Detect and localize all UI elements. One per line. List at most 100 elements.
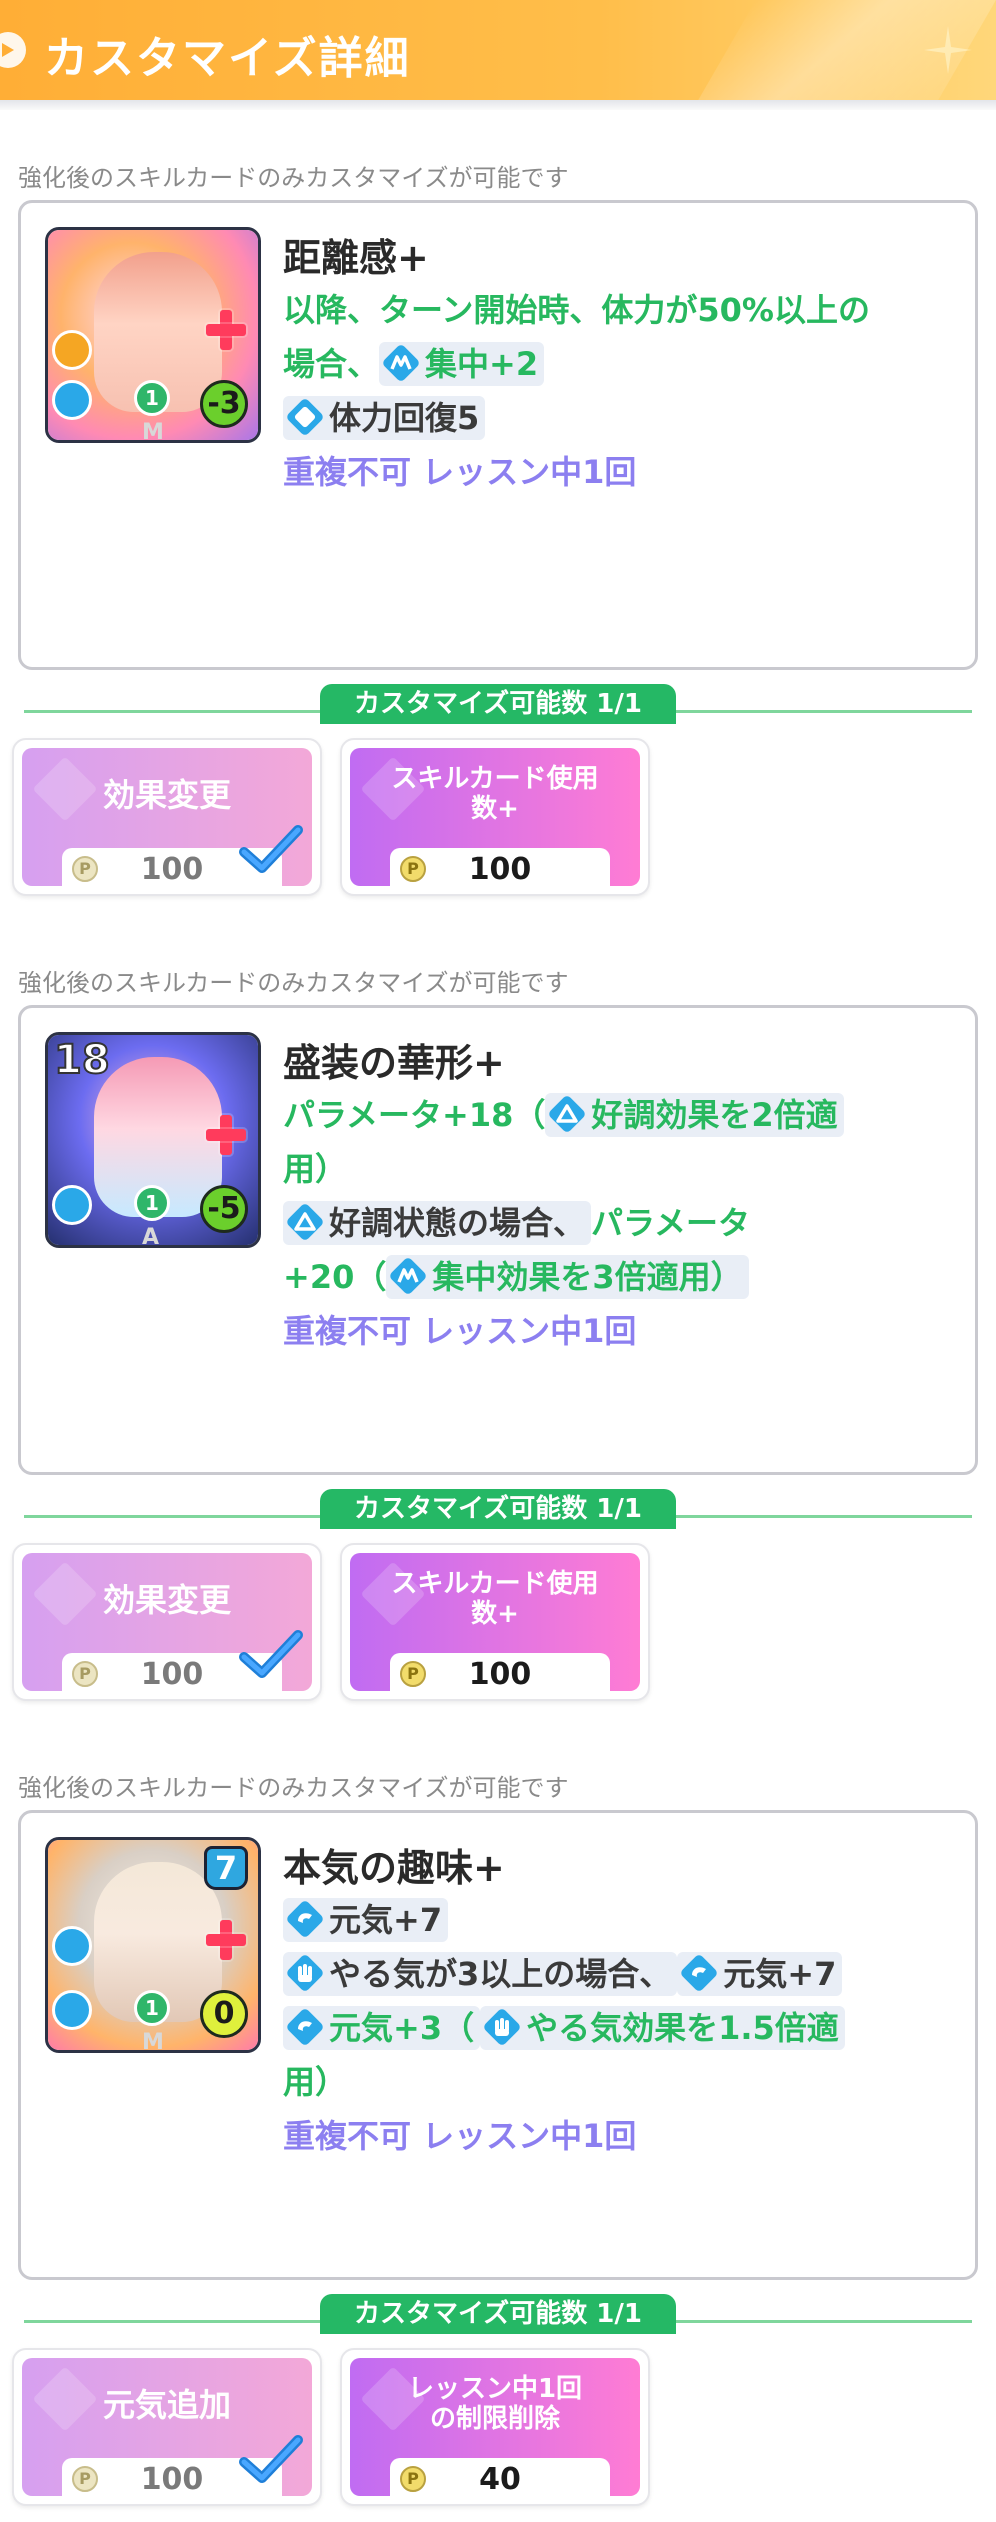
effect-line: 体力回復5	[283, 391, 963, 445]
card-type-icon	[52, 1185, 92, 1225]
skill-card-panel: 1 0 M 7 本気の趣味+ 元気+7 やる気が3以上の場合、 元気+7 元気+3（ やる気効果を…	[18, 1810, 978, 2280]
option-label-line: 数+	[471, 1599, 519, 1629]
card-top-number: 18	[53, 1036, 111, 1084]
customize-note: 強化後のスキルカードのみカスタマイズが可能です	[18, 1774, 569, 1802]
page-title: カスタマイズ詳細	[44, 33, 411, 84]
p-coin-icon: P	[72, 1661, 98, 1687]
effect-segment: 集中+2	[379, 342, 545, 386]
card-value-badge: 0	[200, 1990, 248, 2038]
check-mark-icon	[236, 1627, 306, 1683]
option-label-line: スキルカード使用	[391, 1569, 599, 1599]
effect-line: 重複不可 レッスン中1回	[283, 1304, 963, 1358]
upgraded-plus-icon	[206, 310, 246, 350]
card-attribute-icon	[52, 1990, 92, 2030]
option-label-line: レッスン中1回	[407, 2374, 583, 2404]
effect-segment: 集中効果を3倍適用）	[386, 1255, 749, 1299]
card-cost-badge: 1	[134, 1185, 170, 1221]
header-bar: カスタマイズ詳細	[0, 0, 996, 100]
skill-card-thumbnail[interactable]: 1 -5 A 18	[45, 1032, 261, 1248]
effect-segment: 以降、ターン開始時、体力が50%以上の	[283, 291, 870, 329]
skill-effect-text: 元気+7 やる気が3以上の場合、 元気+7 元気+3（ やる気効果を1.5倍適 用） 重複不…	[283, 1893, 963, 2163]
sparkle-icon	[924, 26, 972, 74]
skill-section: 強化後のスキルカードのみカスタマイズが可能です 1 0 M 7 本気の趣味+ 元気+7 やる気…	[0, 1760, 996, 2520]
option-cost-value: 100	[140, 852, 204, 886]
header-shadow	[0, 100, 996, 110]
option-label: レッスン中1回 の制限削除	[350, 2374, 640, 2434]
option-face: スキルカード使用 数+ P 100	[350, 1553, 640, 1691]
p-coin-icon: P	[72, 856, 98, 882]
secondary-option[interactable]: スキルカード使用 数+ P 100	[340, 738, 650, 896]
card-cost-badge: 1	[134, 380, 170, 416]
card-plan-letter: M	[142, 2030, 164, 2053]
effect-line: 場合、 集中+2	[283, 337, 963, 391]
effect-segment: パラメータ	[591, 1204, 750, 1242]
effect-text: 用）	[283, 1150, 348, 1188]
effect-text: 体力回復5	[329, 399, 480, 437]
effect-text: 好調状態の場合、	[329, 1204, 586, 1242]
skill-card-name: 本気の趣味+	[283, 1846, 505, 1890]
energy-icon	[285, 1898, 329, 1942]
back-arrow-icon[interactable]	[0, 32, 26, 68]
effect-text: 重複不可 レッスン中1回	[283, 453, 637, 491]
skill-card-panel: 1 -3 M 距離感+ 以降、ターン開始時、体力が50%以上の 場合、 集中+2 体力回復5 重…	[18, 200, 978, 670]
skill-section: 強化後のスキルカードのみカスタマイズが可能です 1 -3 M 距離感+ 以降、ターン開始時…	[0, 150, 996, 910]
effect-segment: 重複不可 レッスン中1回	[283, 453, 636, 491]
effect-line: 用）	[283, 1142, 963, 1196]
skill-card-name: 距離感+	[283, 236, 429, 280]
option-label: 効果変更	[102, 1581, 231, 1619]
p-coin-icon: P	[400, 856, 426, 882]
option-cost-value: 100	[468, 1657, 532, 1691]
card-value-badge: -5	[200, 1185, 248, 1233]
energy-icon	[285, 2006, 329, 2050]
effect-text: +20（	[283, 1258, 387, 1296]
effect-line: やる気が3以上の場合、 元気+7	[283, 1947, 963, 2001]
effect-segment: 場合、	[283, 345, 379, 383]
upgraded-plus-icon	[206, 1115, 246, 1155]
check-mark-icon	[236, 822, 306, 878]
option-label-line: スキルカード使用	[391, 764, 599, 794]
effect-text: 元気+3（	[329, 2009, 475, 2047]
card-cost-badge: 1	[134, 1990, 170, 2026]
effect-segment: 重複不可 レッスン中1回	[283, 2117, 636, 2155]
motivation-icon	[482, 2006, 526, 2050]
option-label: スキルカード使用 数+	[350, 1569, 640, 1629]
good-condition-icon	[547, 1093, 591, 1137]
effect-change-option[interactable]: 元気追加 P 100	[12, 2348, 322, 2506]
energy-icon	[679, 1952, 723, 1996]
customize-detail-screen: { "header": { "title": "カスタマイズ詳細" }, "se…	[0, 0, 996, 2522]
card-top-right-number: 7	[204, 1846, 248, 1890]
option-cost-value: 100	[140, 2462, 204, 2496]
effect-text: 重複不可 レッスン中1回	[283, 1312, 637, 1350]
effect-change-option[interactable]: 効果変更 P 100	[12, 1543, 322, 1701]
skill-card-thumbnail[interactable]: 10 M 7	[45, 1837, 261, 2053]
effect-segment: 元気+7	[677, 1952, 843, 1996]
secondary-option[interactable]: レッスン中1回 の制限削除 P 40	[340, 2348, 650, 2506]
skill-section: 強化後のスキルカードのみカスタマイズが可能です 1 -5 A 18 盛装の華形+ パラメータ…	[0, 955, 996, 1715]
option-cost-value: 100	[468, 852, 532, 886]
upgraded-plus-icon	[206, 1920, 246, 1960]
good-condition-icon	[285, 1201, 329, 1245]
effect-text: 場合、	[283, 345, 380, 383]
effect-text: パラメータ+18（	[283, 1096, 546, 1134]
effect-text: 好調効果を2倍適	[591, 1096, 838, 1134]
skill-card-panel: 1 -5 A 18 盛装の華形+ パラメータ+18（ 好調効果を2倍適 用） 好調状態の場合、パ…	[18, 1005, 978, 1475]
effect-text: 重複不可 レッスン中1回	[283, 2117, 637, 2155]
customize-count-badge: カスタマイズ可能数 1/1	[320, 1489, 676, 1529]
effect-segment: 好調効果を2倍適	[545, 1093, 844, 1137]
skill-card-thumbnail[interactable]: 1 -3 M	[45, 227, 261, 443]
option-cost: P 40	[390, 2458, 610, 2496]
effect-line: +20（ 集中効果を3倍適用）	[283, 1250, 963, 1304]
option-label: 効果変更	[102, 776, 231, 814]
secondary-option[interactable]: スキルカード使用 数+ P 100	[340, 1543, 650, 1701]
option-cost-value: 40	[479, 2462, 521, 2496]
effect-segment: 用）	[283, 2063, 347, 2101]
option-cost: P 100	[390, 1653, 610, 1691]
customize-note: 強化後のスキルカードのみカスタマイズが可能です	[18, 969, 569, 997]
concentration-icon	[381, 342, 425, 386]
option-label: 元気追加	[102, 2386, 231, 2424]
effect-line: 元気+7	[283, 1893, 963, 1947]
card-type-icon	[52, 1926, 92, 1966]
effect-change-option[interactable]: 効果変更 P 100	[12, 738, 322, 896]
effect-line: 重複不可 レッスン中1回	[283, 445, 963, 499]
stamina-icon	[285, 396, 329, 440]
